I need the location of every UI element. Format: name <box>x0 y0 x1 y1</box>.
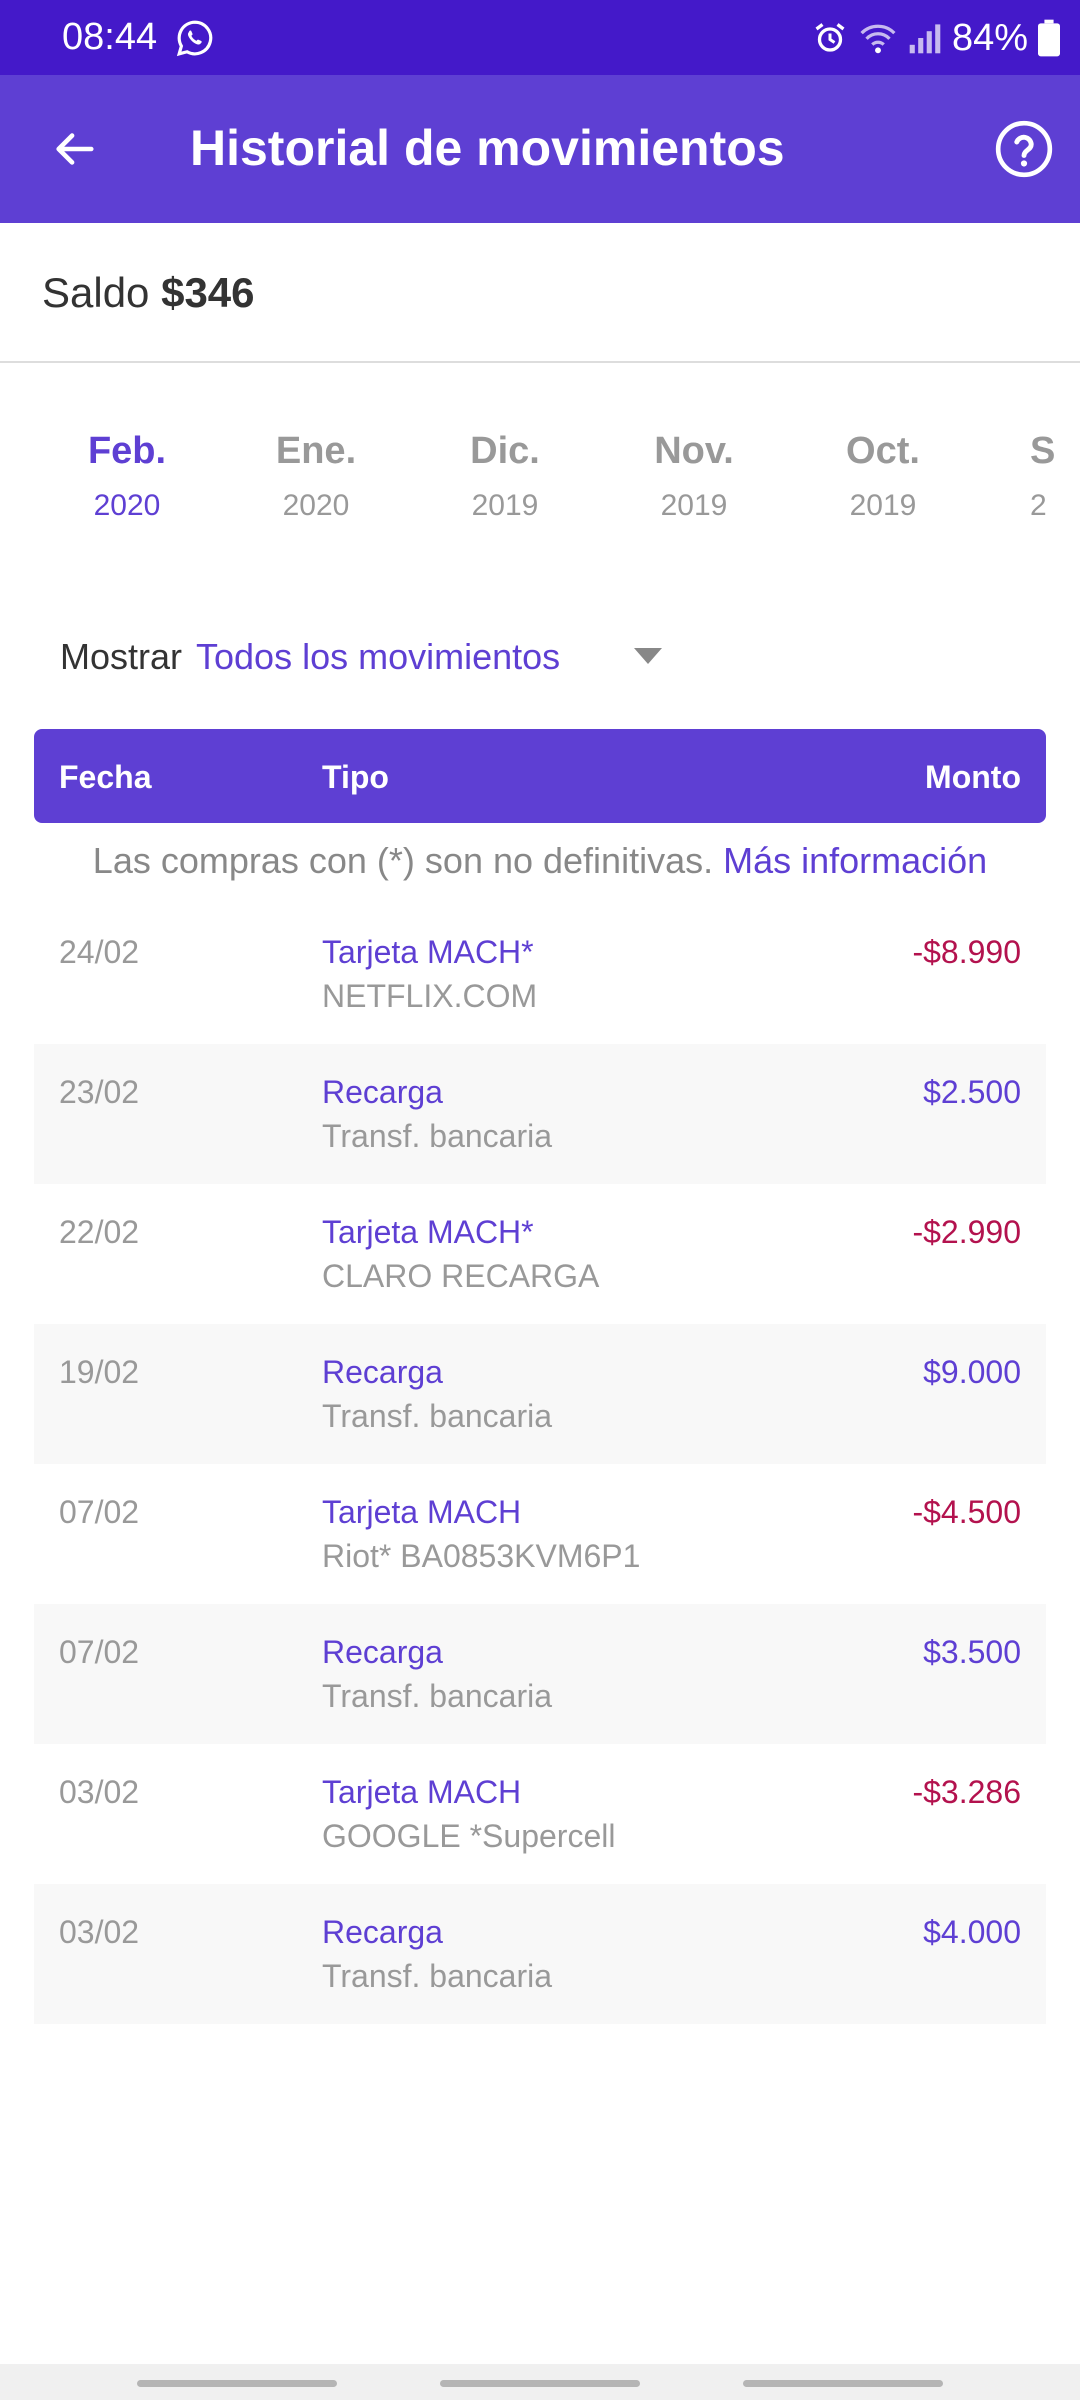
row-amount: $2.500 <box>923 1074 1021 1110</box>
filter-label: Mostrar <box>60 636 183 677</box>
year-label: 2020 <box>282 489 350 522</box>
month-tab-oct-2019[interactable]: Oct. 2019 <box>788 430 978 523</box>
month-label: Ene. <box>275 430 357 472</box>
back-button[interactable] <box>40 115 108 183</box>
balance: Saldo $346 <box>42 269 255 317</box>
page-title: Historial de movimientos <box>190 120 785 176</box>
movement-filter[interactable]: Mostrar Todos los movimientos <box>60 632 560 682</box>
balance-label: Saldo <box>42 269 150 316</box>
help-button[interactable] <box>990 115 1058 183</box>
row-type: Recarga <box>322 1634 443 1670</box>
row-type: Tarjeta MACH <box>322 1774 522 1810</box>
row-date: 03/02 <box>59 1914 140 1950</box>
column-header-fecha: Fecha <box>59 759 152 795</box>
month-label: S <box>1030 430 1056 472</box>
wifi-icon <box>860 24 896 54</box>
table-row[interactable]: 24/02 Tarjeta MACH* NETFLIX.COM -$8.990 <box>34 904 1046 1044</box>
row-amount: -$4.500 <box>912 1494 1021 1530</box>
row-description: Riot* BA0853KVM6P1 <box>322 1538 641 1574</box>
status-bar: 08:44 84% <box>0 0 1080 75</box>
row-type: Recarga <box>322 1354 443 1390</box>
table-row[interactable]: 07/02 Tarjeta MACH Riot* BA0853KVM6P1 -$… <box>34 1464 1046 1604</box>
column-header-monto: Monto <box>925 759 1021 795</box>
row-description: GOOGLE *Supercell <box>322 1818 616 1854</box>
nav-back-button[interactable] <box>743 2380 943 2387</box>
row-date: 07/02 <box>59 1634 140 1670</box>
table-row[interactable]: 22/02 Tarjeta MACH* CLARO RECARGA -$2.99… <box>34 1184 1046 1324</box>
arrow-left-icon <box>56 133 94 165</box>
caret-down-icon[interactable] <box>634 648 662 664</box>
row-date: 07/02 <box>59 1494 140 1530</box>
row-type: Tarjeta MACH* <box>322 934 534 970</box>
month-tab-nov-2019[interactable]: Nov. 2019 <box>599 430 789 523</box>
nav-recents-button[interactable] <box>137 2380 337 2387</box>
row-date: 23/02 <box>59 1074 140 1110</box>
help-circle-icon <box>995 120 1053 178</box>
month-label: Nov. <box>654 430 734 472</box>
row-type: Recarga <box>322 1074 443 1110</box>
more-info-link[interactable]: Más información <box>723 840 987 881</box>
row-amount: -$3.286 <box>912 1774 1021 1810</box>
year-label: 2019 <box>471 489 539 522</box>
column-header-tipo: Tipo <box>322 759 389 795</box>
table-row[interactable]: 19/02 Recarga Transf. bancaria $9.000 <box>34 1324 1046 1464</box>
filter-value[interactable]: Todos los movimientos <box>196 636 560 678</box>
status-icons: 84% <box>812 14 1060 62</box>
row-amount: -$2.990 <box>912 1214 1021 1250</box>
nav-home-button[interactable] <box>440 2380 640 2387</box>
month-tab-feb-2020[interactable]: Feb. 2020 <box>32 430 222 523</box>
row-amount: $9.000 <box>923 1354 1021 1390</box>
row-date: 24/02 <box>59 934 140 970</box>
note-text: Las compras con (*) son no definitivas. <box>92 840 714 881</box>
month-label: Oct. <box>846 430 920 472</box>
month-tab-sep-2019[interactable]: S 2 <box>1030 430 1080 523</box>
table-header: Fecha Tipo Monto <box>34 729 1046 823</box>
row-date: 03/02 <box>59 1774 140 1810</box>
battery-percent: 84% <box>951 16 1028 59</box>
pending-purchases-note: Las compras con (*) son no definitivas. … <box>0 840 1080 882</box>
month-tab-dic-2019[interactable]: Dic. 2019 <box>410 430 600 523</box>
month-selector: Feb. 2020 Ene. 2020 Dic. 2019 Nov. 2019 … <box>0 430 1080 550</box>
battery-icon <box>1038 19 1060 57</box>
balance-section: Saldo $346 <box>0 223 1080 363</box>
table-row[interactable]: 03/02 Tarjeta MACH GOOGLE *Supercell -$3… <box>34 1744 1046 1884</box>
year-label: 2020 <box>93 489 161 522</box>
alarm-icon <box>815 23 845 52</box>
row-type: Tarjeta MACH* <box>322 1214 534 1250</box>
row-description: Transf. bancaria <box>322 1678 553 1714</box>
signal-icon <box>909 24 941 54</box>
balance-value: $346 <box>161 269 255 316</box>
row-type: Tarjeta MACH <box>322 1494 522 1530</box>
row-description: NETFLIX.COM <box>322 978 538 1014</box>
system-nav-bar <box>0 2364 1080 2400</box>
year-label: 2 <box>1030 489 1047 522</box>
row-type: Recarga <box>322 1914 443 1950</box>
status-time: 08:44 <box>62 16 158 58</box>
row-description: Transf. bancaria <box>322 1958 553 1994</box>
row-description: CLARO RECARGA <box>322 1258 600 1294</box>
year-label: 2019 <box>849 489 917 522</box>
month-label: Dic. <box>470 430 540 472</box>
row-date: 19/02 <box>59 1354 140 1390</box>
row-date: 22/02 <box>59 1214 140 1250</box>
row-amount: $3.500 <box>923 1634 1021 1670</box>
month-label: Feb. <box>87 430 167 472</box>
table-row[interactable]: 03/02 Recarga Transf. bancaria $4.000 <box>34 1884 1046 2024</box>
row-amount: $4.000 <box>923 1914 1021 1950</box>
app-bar: Historial de movimientos <box>0 75 1080 223</box>
whatsapp-icon <box>176 20 213 57</box>
row-description: Transf. bancaria <box>322 1118 553 1154</box>
month-tab-ene-2020[interactable]: Ene. 2020 <box>221 430 411 523</box>
row-amount: -$8.990 <box>912 934 1021 970</box>
row-description: Transf. bancaria <box>322 1398 553 1434</box>
table-row[interactable]: 23/02 Recarga Transf. bancaria $2.500 <box>34 1044 1046 1184</box>
movements-list: 24/02 Tarjeta MACH* NETFLIX.COM -$8.990 … <box>34 904 1046 2024</box>
table-row[interactable]: 07/02 Recarga Transf. bancaria $3.500 <box>34 1604 1046 1744</box>
year-label: 2019 <box>660 489 728 522</box>
